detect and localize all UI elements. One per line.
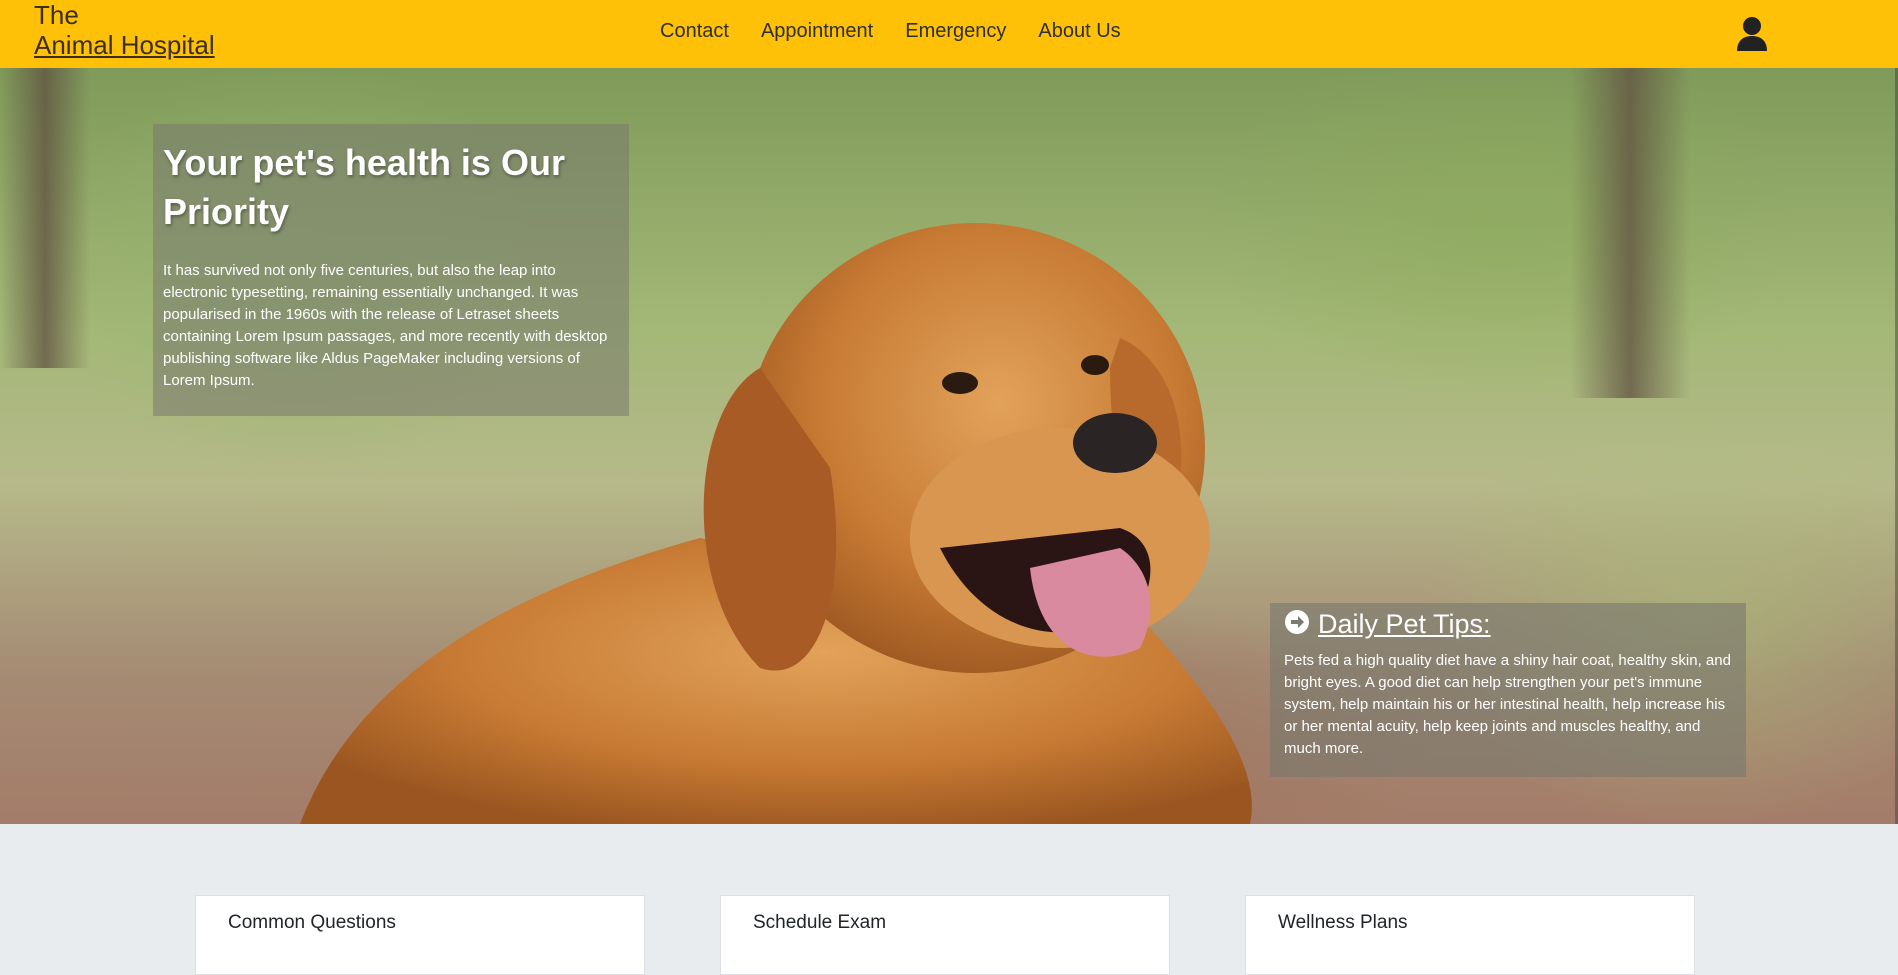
brand-line2[interactable]: Animal Hospital	[34, 30, 215, 60]
card-schedule-exam[interactable]: Schedule Exam	[720, 895, 1170, 975]
card-title: Wellness Plans	[1278, 912, 1408, 933]
brand-logo[interactable]: The Animal Hospital	[34, 0, 215, 60]
user-icon[interactable]	[1736, 16, 1768, 52]
card-title: Common Questions	[228, 912, 396, 933]
daily-tips-panel: Daily Pet Tips: Pets fed a high quality …	[1270, 603, 1746, 777]
nav-emergency[interactable]: Emergency	[905, 20, 1006, 43]
card-common-questions[interactable]: Common Questions	[195, 895, 645, 975]
main-nav: Contact Appointment Emergency About Us	[660, 20, 1121, 43]
services-section: Common Questions Schedule Exam Wellness …	[0, 824, 1898, 975]
nav-contact[interactable]: Contact	[660, 20, 729, 43]
brand-line1: The	[34, 0, 79, 30]
hero-title: Your pet's health is Our Priority	[163, 142, 565, 232]
nav-about-us[interactable]: About Us	[1038, 20, 1120, 43]
header: The Animal Hospital Contact Appointment …	[0, 0, 1898, 68]
hero-intro-panel: Your pet's health is Our Priority It has…	[153, 124, 629, 416]
daily-tips-title[interactable]: Daily Pet Tips:	[1318, 609, 1491, 640]
nav-appointment[interactable]: Appointment	[761, 20, 873, 43]
arrow-circle-right-icon	[1284, 609, 1310, 640]
card-wellness-plans[interactable]: Wellness Plans	[1245, 895, 1695, 975]
card-title: Schedule Exam	[753, 912, 887, 933]
hero-description: It has survived not only five centuries,…	[163, 262, 608, 389]
hero-section: Your pet's health is Our Priority It has…	[0, 68, 1898, 824]
daily-tips-text: Pets fed a high quality diet have a shin…	[1284, 652, 1731, 757]
